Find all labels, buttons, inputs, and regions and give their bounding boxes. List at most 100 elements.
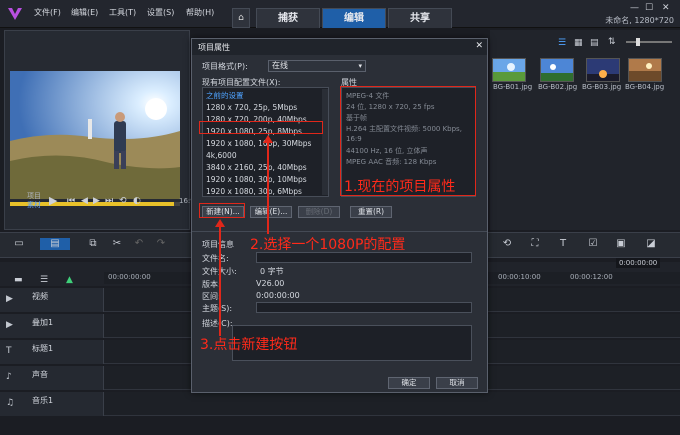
menu-settings[interactable]: 设置(S) (147, 7, 174, 18)
info-field-label: 版本: (202, 280, 221, 289)
profile-item[interactable]: 之前的设置 (205, 90, 321, 101)
home-tab-icon[interactable]: ⌂ (232, 8, 250, 28)
thumbnail-size-slider[interactable] (626, 41, 672, 43)
preview-image (10, 71, 180, 199)
list-view-icon[interactable]: ☰ (558, 38, 566, 48)
track-label: 音乐1 (32, 396, 54, 405)
mask-icon[interactable]: ☑ (586, 238, 600, 250)
annotation-select-1080p: 2.选择一个1080P的配置 (250, 237, 406, 253)
cancel-button[interactable]: 取消 (436, 377, 478, 389)
duration-value: 0:00:00:00 (256, 291, 300, 300)
track-music: ♫ 音乐1 (0, 392, 680, 416)
tab-edit[interactable]: 编辑 (322, 8, 386, 28)
annotation-click-new: 3.点击新建按钮 (200, 337, 298, 353)
info-field-label: 主题(S): (202, 304, 233, 313)
arrow-shaft (219, 226, 221, 336)
sort-icon[interactable]: ⇅ (608, 37, 616, 47)
dialog-divider (192, 231, 487, 232)
library-thumbnail[interactable] (492, 58, 526, 82)
undo-icon[interactable]: ⧉ (86, 238, 100, 250)
list-scrollbar[interactable] (322, 89, 328, 195)
library-thumbnail[interactable] (586, 58, 620, 82)
fit-icon[interactable]: ◪ (644, 238, 658, 250)
minimize-icon[interactable]: — (630, 3, 639, 13)
next-frame-icon[interactable]: ▶ (93, 196, 100, 206)
rewind-icon[interactable]: ⏮ (67, 196, 75, 206)
edit-profile-button[interactable]: 编辑(E)... (250, 206, 292, 218)
maximize-icon[interactable]: ☐ (645, 3, 653, 13)
cut-icon[interactable]: ✂ (110, 238, 124, 250)
app-logo-icon (8, 8, 22, 20)
description-label: 描述(C): (202, 319, 233, 328)
dialog-title: 项目属性 (192, 39, 487, 55)
menu-help[interactable]: 帮助(H) (186, 7, 214, 18)
video-preview[interactable] (10, 71, 180, 199)
thumbnail-caption: BG-B03.jpg (582, 83, 622, 91)
menu-bar: 文件(F) 编辑(E) 工具(T) 设置(S) 帮助(H) ⌂ 捕获 编辑 共享… (0, 0, 680, 28)
project-info-label: 项目信息 (202, 240, 234, 249)
redo-arrow-icon[interactable]: ↷ (154, 238, 168, 250)
info-field-label: 区间: (202, 292, 221, 301)
format-label: 项目格式(P): (202, 62, 248, 71)
title-icon[interactable]: T (556, 238, 570, 250)
project-info: 未命名, 1280*720 (605, 16, 674, 25)
arrow-shaft (267, 142, 269, 234)
ripple-icon[interactable]: ▲ (66, 275, 73, 285)
track-label: 声音 (32, 370, 48, 379)
play-icon[interactable]: ▶ (49, 194, 57, 207)
ruler-tick: 00:00:10:00 (498, 273, 541, 281)
menu-edit[interactable]: 编辑(E) (71, 7, 98, 18)
annotation-current-properties: 1.现在的项目属性 (344, 179, 456, 195)
profile-item[interactable]: 1280 x 720, 25p, 5Mbps (205, 102, 321, 113)
close-app-icon[interactable]: ✕ (662, 3, 670, 13)
title-track-icon: T (6, 346, 12, 356)
player-panel: 项目 素材 ▶ ⏮ ◀ ▶ ⏭ ⟲ ◐ 16:9 (4, 30, 195, 230)
undo-arrow-icon[interactable]: ↶ (132, 238, 146, 250)
subtitle-icon[interactable]: ▣ (614, 238, 628, 250)
track-header: ▶ 叠加1 (0, 314, 104, 338)
volume-icon[interactable]: ◐ (133, 196, 141, 206)
profile-item[interactable]: 1920 x 1080, 30p, 6Mbps (205, 186, 321, 196)
voice-track-icon: ♪ (6, 372, 12, 382)
ruler-tick: 00:00:12:00 (570, 273, 613, 281)
grid-view-icon[interactable]: ▦ (574, 38, 583, 48)
track-header: ♫ 音乐1 (0, 392, 104, 416)
prev-frame-icon[interactable]: ◀ (81, 196, 88, 206)
clip-mode-label[interactable]: 素材 (27, 200, 41, 210)
ok-button[interactable]: 确定 (388, 377, 430, 389)
track-label: 叠加1 (32, 318, 54, 327)
version-value: V26.00 (256, 279, 285, 288)
dialog-close-icon[interactable]: ✕ (475, 41, 483, 51)
chevron-down-icon: ▾ (358, 62, 362, 70)
music-track-icon: ♫ (6, 398, 15, 408)
tab-share[interactable]: 共享 (388, 8, 452, 28)
reset-button[interactable]: 重置(R) (350, 206, 392, 218)
motion-icon[interactable]: ⟲ (500, 238, 514, 250)
delete-profile-button[interactable]: 删除(D) (298, 206, 340, 218)
library-thumbnail[interactable] (540, 58, 574, 82)
format-select[interactable]: 在线 ▾ (268, 60, 366, 72)
video-track-icon: ▶ (6, 294, 13, 304)
track-header: ▶ 视频 (0, 288, 104, 312)
crop-icon[interactable]: ⛶ (528, 238, 542, 250)
repeat-icon[interactable]: ⟲ (119, 196, 127, 206)
profile-item[interactable]: 1920 x 1080, 30p, 10Mbps (205, 174, 321, 185)
details-view-icon[interactable]: ▤ (590, 38, 599, 48)
subject-field[interactable] (256, 302, 472, 313)
tab-capture[interactable]: 捕获 (256, 8, 320, 28)
thumbnail-caption: BG-B04.jpg (625, 83, 665, 91)
menu-file[interactable]: 文件(F) (34, 7, 61, 18)
ruler-tick: 00:00:00:00 (108, 273, 151, 281)
timeline-view-icon[interactable]: ▤ (40, 238, 70, 250)
profile-item[interactable]: 3840 x 2160, 25p, 40Mbps (205, 162, 321, 173)
end-icon[interactable]: ⏭ (105, 196, 113, 206)
slider-handle[interactable] (636, 38, 640, 46)
storyboard-view-icon[interactable]: ▭ (12, 238, 26, 250)
timeline-timecode[interactable]: 0:00:00:00 (616, 258, 661, 268)
thumbnail-caption: BG-B02.jpg (538, 83, 578, 91)
menu-tools[interactable]: 工具(T) (109, 7, 136, 18)
library-thumbnail[interactable] (628, 58, 662, 82)
chapter-icon[interactable]: ☰ (40, 275, 48, 285)
track-manager-icon[interactable]: ▬ (14, 275, 23, 285)
profile-item[interactable]: 4k,6000 (205, 150, 321, 161)
